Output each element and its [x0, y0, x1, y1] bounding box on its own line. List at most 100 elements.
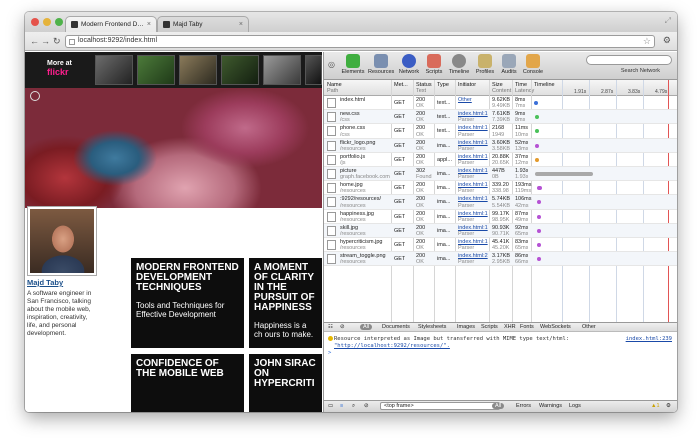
tab-modern-frontend[interactable]: Modern Frontend Developm × [65, 16, 157, 32]
request-time: 83ms 65ms [515, 239, 529, 252]
tab-timeline[interactable]: Timeline [446, 54, 472, 75]
bookmark-star-icon[interactable]: ☆ [643, 36, 651, 47]
filter-all[interactable]: All [360, 324, 373, 330]
table-row[interactable]: phone.css/css GET 200 OK text... index.html:1… [324, 124, 677, 139]
flickr-thumbnail[interactable] [263, 55, 301, 85]
col-size[interactable]: Size Content [492, 82, 511, 94]
tab-resources[interactable]: Resources [368, 54, 394, 75]
dock-icon[interactable]: ◎ [328, 60, 335, 69]
col-initiator[interactable]: Initiator [458, 82, 476, 88]
table-row[interactable]: happiness.jpg/resources GET 200 OK ima... ind… [324, 210, 677, 224]
file-type-icon [327, 254, 336, 265]
flickr-thumbnail[interactable] [137, 55, 175, 85]
wrench-menu-icon[interactable]: ⚙ [663, 35, 671, 46]
filter-stylesheets[interactable]: Stylesheets [418, 324, 446, 330]
tab-elements[interactable]: Elements [340, 54, 366, 75]
reload-button[interactable]: ↻ [53, 36, 61, 46]
zoom-window-button[interactable] [55, 18, 63, 26]
close-tab-icon[interactable]: × [147, 21, 151, 28]
status-filter-warnings[interactable]: Warnings [539, 403, 562, 409]
clear-icon[interactable]: ⊘ [340, 324, 345, 330]
table-row[interactable]: picture graph.facebook.com GET 302 Found ima.… [324, 167, 677, 182]
request-initiator[interactable]: index.html:1 Parser [458, 125, 488, 137]
timeline-bar [536, 186, 543, 191]
tab-profiles[interactable]: Profiles [472, 54, 498, 75]
request-status: 200 OK [416, 239, 426, 252]
address-bar[interactable]: localhost:9292/index.html ☆ [65, 35, 655, 48]
article-card[interactable]: JOHN SIRAC ON HYPERCRITI [249, 354, 322, 412]
list-view-icon[interactable]: ☷ [328, 324, 333, 330]
tab-audits[interactable]: Audits [496, 54, 522, 75]
table-row[interactable]: home.jpg/resources GET 200 OK ima... index.ht… [324, 181, 677, 196]
request-initiator[interactable]: index.html:2 Parser [458, 253, 488, 265]
request-time: 8ms 7ms [515, 97, 526, 110]
tab-console[interactable]: Console [520, 54, 546, 75]
inspect-icon[interactable]: ⌕ [352, 403, 355, 410]
article-card[interactable]: CONFIDENCE OF THE MOBILE WEB [131, 354, 244, 412]
frame-select[interactable]: <top frame> [380, 402, 500, 410]
request-method: GET [394, 114, 406, 121]
table-row[interactable]: hypercriticism.jpg/resources GET 200 OK ima.… [324, 238, 677, 253]
filter-websockets[interactable]: WebSockets [540, 324, 571, 330]
flickr-thumbnail[interactable] [95, 55, 133, 85]
filter-scripts[interactable]: Scripts [481, 324, 498, 330]
status-filter-logs[interactable]: Logs [569, 403, 581, 409]
filter-other[interactable]: Other [582, 324, 596, 330]
table-row[interactable]: flickr_logo.png/resources GET 200 OK ima... i… [324, 138, 677, 153]
clear-console-icon[interactable]: ⊘ [364, 403, 369, 409]
flickr-link[interactable]: More at flickr [47, 59, 72, 77]
forward-button[interactable]: → [41, 36, 50, 46]
console-toggle-icon[interactable]: ≡ [340, 403, 343, 409]
table-row[interactable]: stream_toggle.png/resources GET 200 OK ima..… [324, 252, 677, 267]
warning-count-badge[interactable]: ▲1 [651, 403, 660, 409]
status-filter-all[interactable]: All [492, 403, 505, 409]
table-row[interactable]: skill.jpg/resources GET 200 OK ima... index.h… [324, 223, 677, 238]
article-card[interactable]: MODERN FRONTEND DEVELOPMENT TECHNIQUES T… [131, 258, 244, 348]
request-initiator[interactable]: Other [458, 97, 488, 103]
search-input[interactable] [586, 55, 672, 65]
dock-toggle-icon[interactable]: ▭ [328, 403, 333, 409]
stream-toggle-icon[interactable] [30, 91, 40, 101]
tab-scripts[interactable]: Scripts [421, 54, 447, 75]
request-initiator[interactable]: index.html:1 Parser [458, 239, 488, 251]
request-initiator[interactable]: index.html:1 Parser [458, 211, 488, 223]
table-row[interactable]: portfolio.js/js GET 200 OK appl... index.html… [324, 153, 677, 167]
col-method[interactable]: Met... [394, 82, 408, 88]
table-row[interactable]: new.css/css GET 200 OK text... index.html:1 Pa… [324, 110, 677, 125]
settings-gear-icon[interactable]: ⚙ [666, 403, 671, 409]
request-initiator[interactable]: index.html:1 Parser [458, 196, 488, 208]
flickr-thumbnail[interactable] [221, 55, 259, 85]
elements-icon [346, 54, 360, 68]
console-url-link[interactable]: "http://localhost:9292/resources/". [334, 343, 450, 349]
tab-majd-taby[interactable]: Majd Taby × [157, 16, 249, 32]
person-name-link[interactable]: Majd Taby [27, 278, 63, 287]
request-initiator[interactable]: index.html:1 Parser [458, 154, 488, 166]
status-filter-errors[interactable]: Errors [516, 403, 531, 409]
table-row[interactable]: :9292/resources//resources GET 200 OK ima...… [324, 195, 677, 210]
console-source-link[interactable]: index.html:239 [626, 336, 672, 342]
col-status[interactable]: Status Text [416, 82, 432, 94]
filter-documents[interactable]: Documents [382, 324, 410, 330]
col-name[interactable]: Name Path [327, 82, 342, 94]
minimize-window-button[interactable] [43, 18, 51, 26]
col-timeline[interactable]: Timeline [534, 82, 555, 88]
back-button[interactable]: ← [30, 36, 39, 46]
flickr-thumbnail[interactable] [305, 55, 322, 85]
request-initiator[interactable]: index.html:1 Parser [458, 140, 488, 152]
request-initiator[interactable]: index.html:1 Parser [458, 168, 488, 180]
article-card[interactable]: A MOMENT OF CLARITY IN THE PURSUIT OF HA… [249, 258, 322, 348]
request-initiator[interactable]: index.html:1 Parser [458, 111, 488, 123]
filter-fonts[interactable]: Fonts [520, 324, 534, 330]
col-type[interactable]: Type [437, 82, 449, 88]
flickr-thumbnail[interactable] [179, 55, 217, 85]
filter-xhr[interactable]: XHR [504, 324, 516, 330]
request-initiator[interactable]: index.html:1 Parser [458, 182, 488, 194]
table-row[interactable]: index.html GET 200 OK text... Other 9.62KB 9.49… [324, 96, 677, 111]
fullscreen-icon[interactable]: ⤢ [665, 16, 671, 26]
filter-images[interactable]: Images [457, 324, 475, 330]
console-prompt[interactable]: > [328, 350, 331, 356]
close-window-button[interactable] [31, 18, 39, 26]
tab-network[interactable]: Network [396, 54, 422, 75]
close-tab-icon[interactable]: × [239, 21, 243, 28]
request-initiator[interactable]: index.html:1 Parser [458, 225, 488, 237]
